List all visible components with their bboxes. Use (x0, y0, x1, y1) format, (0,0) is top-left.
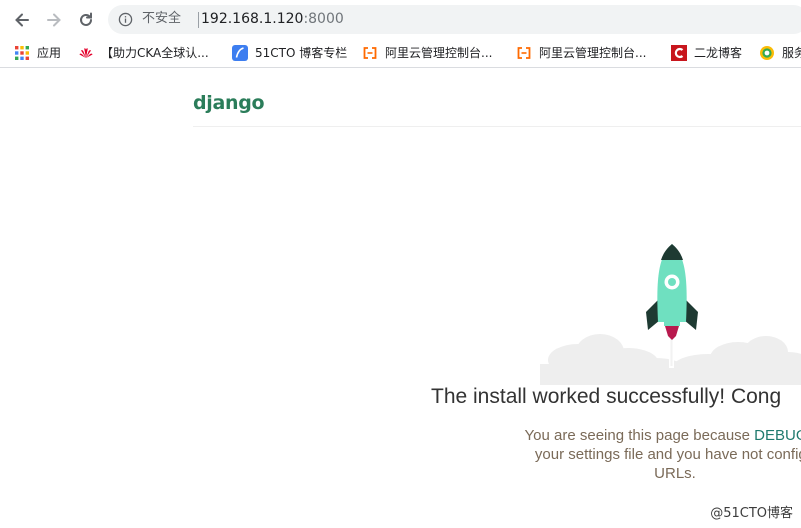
url-text[interactable]: 192.168.1.120:8000 (201, 10, 344, 28)
apps-grid-icon (15, 46, 29, 60)
para-line-1: You are seeing this page because DEBUG=T (440, 426, 801, 445)
forward-button[interactable] (42, 8, 66, 32)
url-port: :8000 (303, 11, 344, 27)
c-logo-icon (671, 45, 687, 61)
reload-button[interactable] (74, 8, 98, 32)
address-bar[interactable]: 不安全 192.168.1.120:8000 (108, 5, 801, 34)
debug-setting-text: DEBUG=T (754, 427, 801, 444)
arrow-right-icon (47, 13, 61, 27)
aliyun-logo-icon (517, 47, 531, 59)
browser-toolbar: 不安全 192.168.1.120:8000 (0, 0, 801, 38)
para-line-1-text: You are seeing this page because (524, 427, 755, 444)
bookmark-apps[interactable]: 应用 (14, 44, 61, 62)
bookmark-services[interactable]: 服务 (759, 44, 801, 62)
bookmarks-bar: 应用 【助力CKA全球认... 51CTO 博客专栏 阿里云管理控制台... 阿… (0, 38, 801, 68)
bookmark-label: 应用 (37, 46, 62, 60)
bookmark-aliyun-1[interactable]: 阿里云管理控制台... (362, 44, 492, 62)
omnibox-divider (198, 12, 199, 28)
feather-icon (232, 45, 248, 61)
success-headline: The install worked successfully! Cong (431, 385, 782, 408)
back-button[interactable] (10, 8, 34, 32)
url-host: 192.168.1.120 (201, 11, 304, 27)
bookmark-label: 服务 (782, 46, 801, 60)
rocket-shape (646, 244, 698, 340)
security-label: 不安全 (142, 11, 182, 26)
rocket-illustration (540, 244, 801, 385)
bookmark-huawei-cka[interactable]: 【助力CKA全球认... (78, 44, 209, 62)
para-line-3: URLs. (654, 465, 696, 482)
arrow-left-icon (15, 13, 29, 27)
para-line-2: your settings file and you have not conf… (534, 446, 801, 463)
bookmark-label: 阿里云管理控制台... (539, 46, 647, 60)
aliyun-logo-icon (363, 47, 377, 59)
bookmark-label: 二龙博客 (694, 46, 743, 60)
reload-icon (80, 12, 92, 26)
bookmark-label: 51CTO 博客专栏 (255, 46, 348, 60)
watermark: @51CTO博客 (710, 506, 793, 521)
bookmark-label: 阿里云管理控制台... (385, 46, 493, 60)
bookmark-label: 【助力CKA全球认... (101, 46, 209, 60)
bookmark-51cto[interactable]: 51CTO 博客专栏 (232, 44, 347, 62)
info-icon[interactable] (118, 12, 133, 27)
info-paragraph: You are seeing this page because DEBUG=T… (440, 426, 801, 483)
huawei-logo-icon (79, 48, 93, 58)
circle-logo-icon (760, 46, 774, 60)
bookmark-erlong-blog[interactable]: 二龙博客 (671, 44, 742, 62)
bookmark-aliyun-2[interactable]: 阿里云管理控制台... (516, 44, 646, 62)
page-header: django (193, 86, 801, 127)
django-logo[interactable]: django (193, 92, 265, 114)
